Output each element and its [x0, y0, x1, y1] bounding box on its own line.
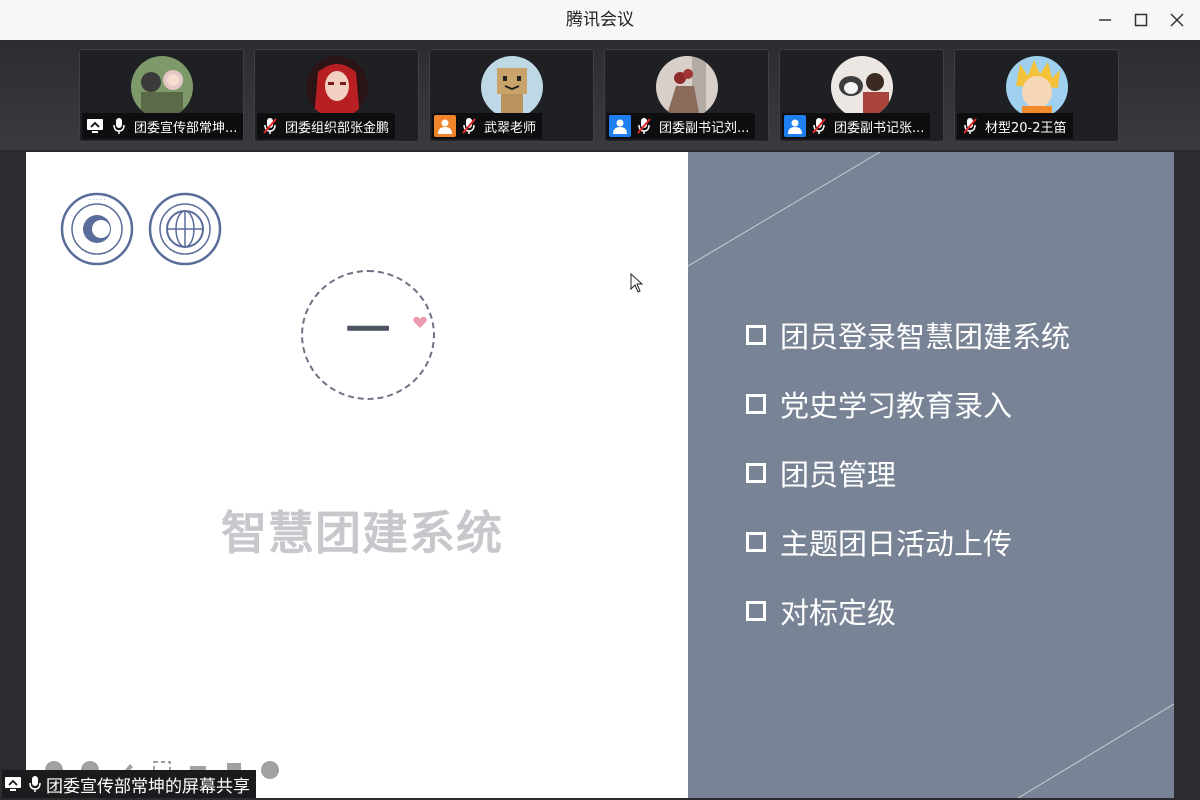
participant-tile[interactable]: 团委副书记张...	[779, 49, 944, 142]
anime-group-avatar	[130, 56, 193, 118]
participant-name: 团委副书记张...	[834, 120, 925, 136]
topic-label: 团员登录智慧团建系统	[780, 319, 1071, 354]
topic-item: 团员管理	[746, 438, 1070, 507]
participant-namebar: 团委副书记张...	[782, 113, 931, 139]
microphone-muted-icon	[633, 115, 655, 137]
participant-namebar: 团委副书记刘...	[607, 113, 756, 139]
checkbox-icon	[746, 531, 766, 552]
topic-item: 对标定级	[746, 576, 1070, 645]
checkbox-icon	[746, 324, 766, 345]
participant-tile[interactable]: 团委副书记刘...	[604, 49, 769, 142]
cat-person-avatar	[830, 56, 893, 118]
topic-label: 团员管理	[780, 457, 897, 492]
participant-name: 团委宣传部常坤...	[134, 120, 238, 136]
topic-label: 党史学习教育录入	[780, 388, 1013, 423]
screen-share-label: 团委宣传部常坤的屏幕共享	[46, 776, 250, 797]
participant-namebar: 团委宣传部常坤...	[82, 113, 243, 139]
topic-item: 主题团日活动上传	[746, 507, 1070, 576]
participant-namebar: 团委组织部张金鹏	[257, 113, 396, 139]
section-number-circle: 一	[301, 270, 435, 400]
microphone-muted-icon	[259, 115, 281, 137]
slide-title: 智慧团建系统	[221, 506, 503, 560]
screen-share-icon	[84, 115, 106, 137]
svg-text:· · · · ·: · · · · ·	[88, 197, 105, 204]
participant-name: 团委副书记刘...	[659, 120, 750, 136]
topic-item: 团员登录智慧团建系统	[746, 300, 1070, 369]
participant-name: 团委组织部张金鹏	[285, 120, 390, 136]
participant-tile[interactable]: 团委宣传部常坤...	[79, 49, 244, 142]
maximize-icon[interactable]	[1121, 0, 1161, 40]
microphone-icon	[108, 115, 130, 137]
screen-share-icon	[2, 773, 24, 795]
microphone-muted-icon	[808, 115, 830, 137]
participant-name: 材型20-2王笛	[985, 120, 1067, 136]
participant-tile[interactable]: 材型20-2王笛	[954, 49, 1119, 142]
shared-slide-left-panel: · · · · · 一 智慧团建系统	[26, 152, 688, 798]
user-badge-icon	[434, 115, 456, 137]
microphone-muted-icon	[959, 115, 981, 137]
participant-strip: 团委宣传部常坤... 团委组织部张金鹏 武翠老师 团委副书记刘... 团委副书记…	[0, 40, 1200, 150]
participant-tile[interactable]: 团委组织部张金鹏	[254, 49, 419, 142]
microphone-muted-icon	[458, 115, 480, 137]
close-icon[interactable]	[1157, 0, 1197, 40]
participant-tile[interactable]: 武翠老师	[429, 49, 594, 142]
participant-namebar: 武翠老师	[432, 113, 543, 139]
mouse-cursor-icon	[630, 273, 644, 293]
checkbox-icon	[746, 600, 766, 621]
window-title: 腾讯会议	[566, 10, 634, 30]
more-icon[interactable]	[260, 760, 280, 780]
user-badge-icon	[609, 115, 631, 137]
topic-label: 对标定级	[780, 595, 897, 630]
window-titlebar: 腾讯会议	[0, 0, 1200, 41]
checkbox-icon	[746, 393, 766, 414]
checkbox-icon	[746, 462, 766, 483]
cardboard-robot-avatar	[480, 56, 543, 118]
participant-name: 武翠老师	[484, 120, 537, 136]
red-hair-anime-avatar	[305, 56, 368, 118]
microphone-icon	[24, 773, 46, 795]
college-logo-icon	[148, 192, 222, 266]
topic-label: 主题团日活动上传	[780, 526, 1013, 561]
content-edge	[1174, 152, 1200, 798]
shared-slide-right-panel: 团员登录智慧团建系统 党史学习教育录入 团员管理 主题团日活动上传 对标定级	[688, 152, 1174, 798]
flower-bouquet-avatar	[655, 56, 718, 118]
university-logo-icon: · · · · ·	[60, 192, 134, 266]
topic-list: 团员登录智慧团建系统 党史学习教育录入 团员管理 主题团日活动上传 对标定级	[746, 300, 1070, 645]
minimize-icon[interactable]	[1085, 0, 1125, 40]
topic-item: 党史学习教育录入	[746, 369, 1070, 438]
screen-share-indicator: 团委宣传部常坤的屏幕共享	[2, 770, 256, 798]
heart-icon	[413, 316, 427, 328]
naruto-avatar	[1005, 56, 1068, 118]
user-badge-icon	[784, 115, 806, 137]
participant-namebar: 材型20-2王笛	[957, 113, 1073, 139]
